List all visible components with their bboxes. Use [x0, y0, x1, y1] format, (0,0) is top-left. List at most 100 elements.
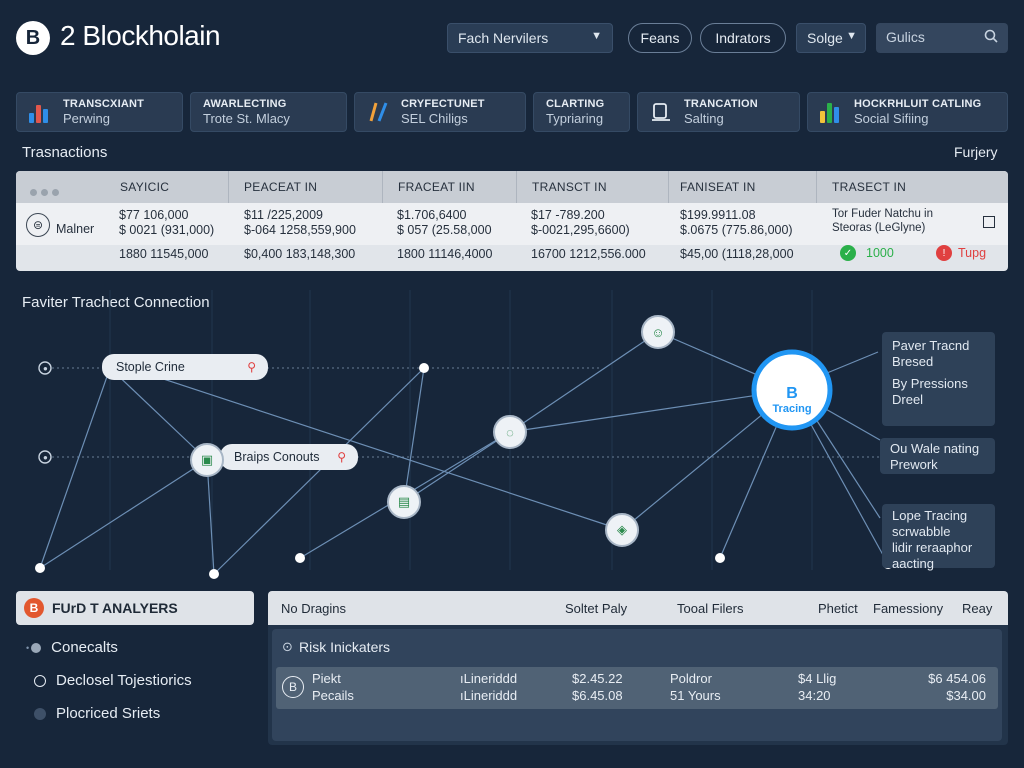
risk-panel-header: No Dragins Soltet Paly Tooal Filers Phet…: [268, 591, 1008, 625]
miner-icon: ⊜: [26, 213, 50, 237]
card-awarlecting[interactable]: AWARLECTING Trote St. Mlacy: [190, 92, 347, 132]
side-text: Prework: [890, 457, 938, 472]
list-item-label: Declosel Tojestiorics: [56, 672, 192, 689]
radio-icon: [34, 674, 46, 687]
user-node-icon[interactable]: ☺: [641, 315, 675, 349]
side-text: Bresed: [892, 354, 934, 369]
bitcoin-icon: B: [24, 598, 44, 618]
column-header[interactable]: SAYICIC: [120, 180, 169, 194]
table-cell: 16700 1212,556.000: [531, 247, 646, 261]
radio-icon: [31, 642, 42, 653]
side-text: aacting: [892, 556, 934, 571]
column-header[interactable]: Phetict: [818, 601, 858, 616]
list-item[interactable]: Declosel Tojestiorics: [34, 672, 192, 689]
search-input[interactable]: Gulics: [876, 23, 1008, 53]
list-item[interactable]: Plocriced Sriets: [34, 705, 160, 722]
card-trancation[interactable]: TRANCATION Salting: [637, 92, 800, 132]
bitcoin-icon: B: [282, 676, 304, 698]
column-header[interactable]: TRASECT IN: [832, 180, 906, 194]
card-transcxiant[interactable]: TRANSCXIANT Perwing: [16, 92, 183, 132]
table-cell: Piekt: [312, 671, 341, 686]
table-cell: $6 454.06: [928, 671, 986, 686]
risk-title: Risk Inickaters: [299, 639, 391, 655]
card-subtitle: SEL Chiligs: [401, 111, 468, 126]
column-header[interactable]: Reay: [962, 601, 992, 616]
chevron-down-icon: ▼: [591, 30, 602, 42]
slash-chart-icon: [367, 101, 391, 123]
row-checkbox[interactable]: [983, 216, 995, 228]
card-clarting[interactable]: CLARTING Typriaring: [533, 92, 630, 132]
list-item[interactable]: • Conecalts: [26, 639, 118, 656]
bar-chart-icon: [29, 101, 53, 123]
transactions-table: SAYICIC PEACEAT IN FRACEAT IIN TRANSCT I…: [16, 171, 1008, 271]
indicators-button[interactable]: Indrators: [700, 23, 786, 53]
status-warn-text: Tupg: [958, 246, 987, 260]
drag-handle-icon[interactable]: [30, 183, 63, 201]
bullet-icon: •: [26, 642, 30, 653]
table-cell: $.0675 (775.86,000): [680, 223, 793, 237]
table-cell: $4 Llig: [798, 671, 837, 686]
card-title: CRYFECTUNET: [401, 98, 485, 110]
column-header[interactable]: PEACEAT IN: [244, 180, 317, 194]
wallet-node-icon[interactable]: ▣: [190, 443, 224, 477]
feans-button[interactable]: Feans: [628, 23, 692, 53]
card-hockrhluit[interactable]: HOCKRHLUIT CATLING Social Sifiing: [807, 92, 1008, 132]
table-cell: $-0021,295,6600): [531, 223, 630, 237]
column-header[interactable]: Tooal Filers: [677, 601, 743, 616]
alert-icon: !: [936, 245, 952, 261]
table-cell: 1880 11545,000: [119, 247, 209, 261]
logo-icon: B: [16, 21, 50, 55]
table-cell: 51 Yours: [670, 688, 721, 703]
column-header[interactable]: FANISEAT IN: [680, 180, 756, 194]
table-cell: $17 -789.200: [531, 208, 605, 222]
side-info-box: Ou Wale nating Prework: [880, 438, 995, 474]
network-select[interactable]: Fach Nervilers ▼: [447, 23, 613, 53]
sort-select-value: Solge: [807, 30, 843, 46]
side-text: Ou Wale nating: [890, 441, 980, 456]
guide-marker-icon: ●: [43, 453, 48, 462]
column-header[interactable]: FRACEAT IIN: [398, 180, 475, 194]
list-item-label: Plocriced Sriets: [56, 705, 161, 722]
card-title: CLARTING: [546, 98, 605, 110]
node-label-b[interactable]: Braips Conouts ⚲: [220, 444, 358, 470]
tracing-center-node[interactable]: B Tracing: [754, 362, 830, 438]
card-title: HOCKRHLUIT CATLING: [854, 98, 982, 110]
column-header[interactable]: TRANSCT IN: [532, 180, 607, 194]
table-cell: Tor Fuder Natchu in: [832, 208, 933, 220]
card-subtitle: Social Sifiing: [854, 111, 929, 126]
info-icon: ⊙: [282, 639, 293, 654]
side-text: By Pressions: [892, 376, 968, 391]
table-cell: ı Lineriddd: [460, 671, 518, 686]
table-cell: $-064 1258,559,900: [244, 223, 356, 237]
wallet-node-icon[interactable]: ▤: [387, 485, 421, 519]
app-title: 2 Blockholain: [60, 20, 221, 51]
card-cryfectunet[interactable]: CRYFECTUNET SEL Chiligs: [354, 92, 526, 132]
status-ok-badge: ✓ 1000: [840, 245, 894, 261]
bitcoin-icon: B: [786, 385, 798, 402]
card-title: TRANCATION: [684, 98, 758, 110]
column-header[interactable]: No Dragins: [281, 601, 346, 616]
transactions-label: Trasnactions: [22, 144, 108, 161]
side-text: Lope Tracing: [892, 508, 968, 523]
status-warn-badge: ! Tupg: [936, 245, 986, 261]
sort-select[interactable]: Solge ▼: [796, 23, 866, 53]
table-cell: $ 0021 (931,000): [119, 223, 215, 237]
table-row[interactable]: B Piekt Pecails ı Lineriddd ı Lineriddd …: [276, 667, 998, 709]
column-header[interactable]: Famessiony: [873, 601, 943, 616]
column-header[interactable]: Soltet Paly: [565, 601, 627, 616]
transaction-icon: [650, 101, 674, 123]
bag-node-icon[interactable]: ◈: [605, 513, 639, 547]
table-cell: $45,00 (1118,28,000: [680, 247, 794, 261]
side-info-box: Lope Tracing scrwabble lidir reraaphor a…: [882, 504, 995, 571]
card-title: TRANSCXIANT: [63, 98, 145, 110]
chat-node-icon[interactable]: ◌: [493, 415, 527, 449]
table-cell: $6.45.08: [572, 688, 623, 703]
card-subtitle: Trote St. Mlacy: [203, 111, 290, 126]
pin-icon: ⚲: [337, 450, 346, 464]
table-cell: Pecails: [312, 688, 354, 703]
query-link[interactable]: Furjery: [954, 144, 998, 160]
node-label-a[interactable]: Stople Crine ⚲: [102, 354, 268, 380]
side-text: Paver Tracnd: [892, 338, 970, 353]
table-cell: $ 057 (25.58,000: [397, 223, 492, 237]
table-cell: $2.45.22: [572, 671, 623, 686]
